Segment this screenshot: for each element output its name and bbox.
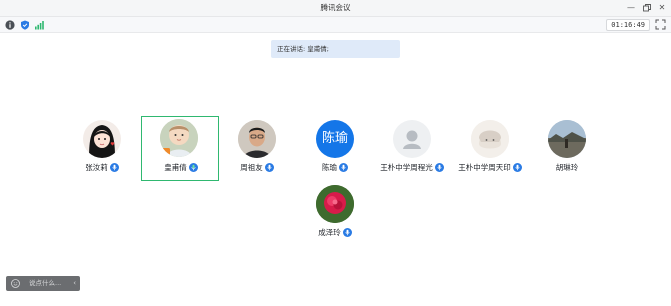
- participant-name: 胡琳玲: [555, 163, 579, 172]
- avatar: [238, 120, 276, 158]
- participant-name: 周祖友: [218, 162, 296, 173]
- avatar: [471, 120, 509, 158]
- meeting-timer: 01:16:49: [606, 19, 650, 31]
- minimize-button[interactable]: —: [625, 2, 637, 14]
- restore-button[interactable]: [641, 2, 653, 14]
- participant-tile-active[interactable]: 皇甫倩: [141, 116, 219, 181]
- mic-icon: [512, 162, 522, 172]
- participant-tile[interactable]: 周祖友: [218, 117, 296, 182]
- avatar-text: 陈瑜: [321, 131, 348, 146]
- participant-tile[interactable]: 张汝莉: [63, 117, 141, 182]
- speaking-indicator: 正在讲话: 皇甫倩;: [271, 40, 400, 58]
- chat-bar[interactable]: 说点什么... ‹: [6, 276, 80, 291]
- close-button[interactable]: ✕: [656, 2, 668, 14]
- participant-name: 王朴中学周程光: [373, 162, 451, 173]
- participant-tile[interactable]: 成泽玲: [296, 182, 374, 247]
- security-shield-icon[interactable]: [20, 20, 30, 30]
- info-icon[interactable]: [5, 20, 15, 30]
- avatar: [393, 120, 431, 158]
- avatar: [316, 185, 354, 223]
- chat-input[interactable]: 说点什么...: [29, 276, 61, 291]
- mic-icon: [342, 227, 352, 237]
- avatar: 陈瑜: [316, 120, 354, 158]
- participant-name: 王朴中学周天印: [451, 162, 529, 173]
- participant-tile[interactable]: 王朴中学周天印: [451, 117, 529, 182]
- title-bar: 腾讯会议 — ✕: [0, 0, 671, 17]
- avatar: [83, 120, 121, 158]
- participant-name: 陈瑜: [296, 162, 374, 173]
- mic-icon: [264, 162, 274, 172]
- meeting-toolbar: 01:16:49: [0, 17, 671, 33]
- participant-tile[interactable]: 陈瑜 陈瑜: [296, 117, 374, 182]
- mic-speaking-icon: [188, 162, 198, 172]
- collapse-chat-icon[interactable]: ‹: [73, 276, 76, 291]
- participant-name: 张汝莉: [63, 162, 141, 173]
- avatar: [548, 120, 586, 158]
- restore-icon: [643, 4, 651, 12]
- emoji-icon[interactable]: [11, 279, 20, 288]
- mic-icon: [339, 162, 348, 172]
- participant-tile[interactable]: 胡琳玲: [528, 117, 606, 182]
- participant-name: 皇甫倩: [142, 162, 220, 173]
- fullscreen-icon[interactable]: [655, 19, 666, 30]
- signal-icon[interactable]: [34, 20, 44, 30]
- mic-icon: [109, 162, 119, 172]
- avatar: [160, 119, 198, 157]
- participant-name: 成泽玲: [296, 227, 374, 238]
- participant-tile[interactable]: 王朴中学周程光: [373, 117, 451, 182]
- mic-icon: [434, 162, 444, 172]
- window-title: 腾讯会议: [320, 3, 351, 12]
